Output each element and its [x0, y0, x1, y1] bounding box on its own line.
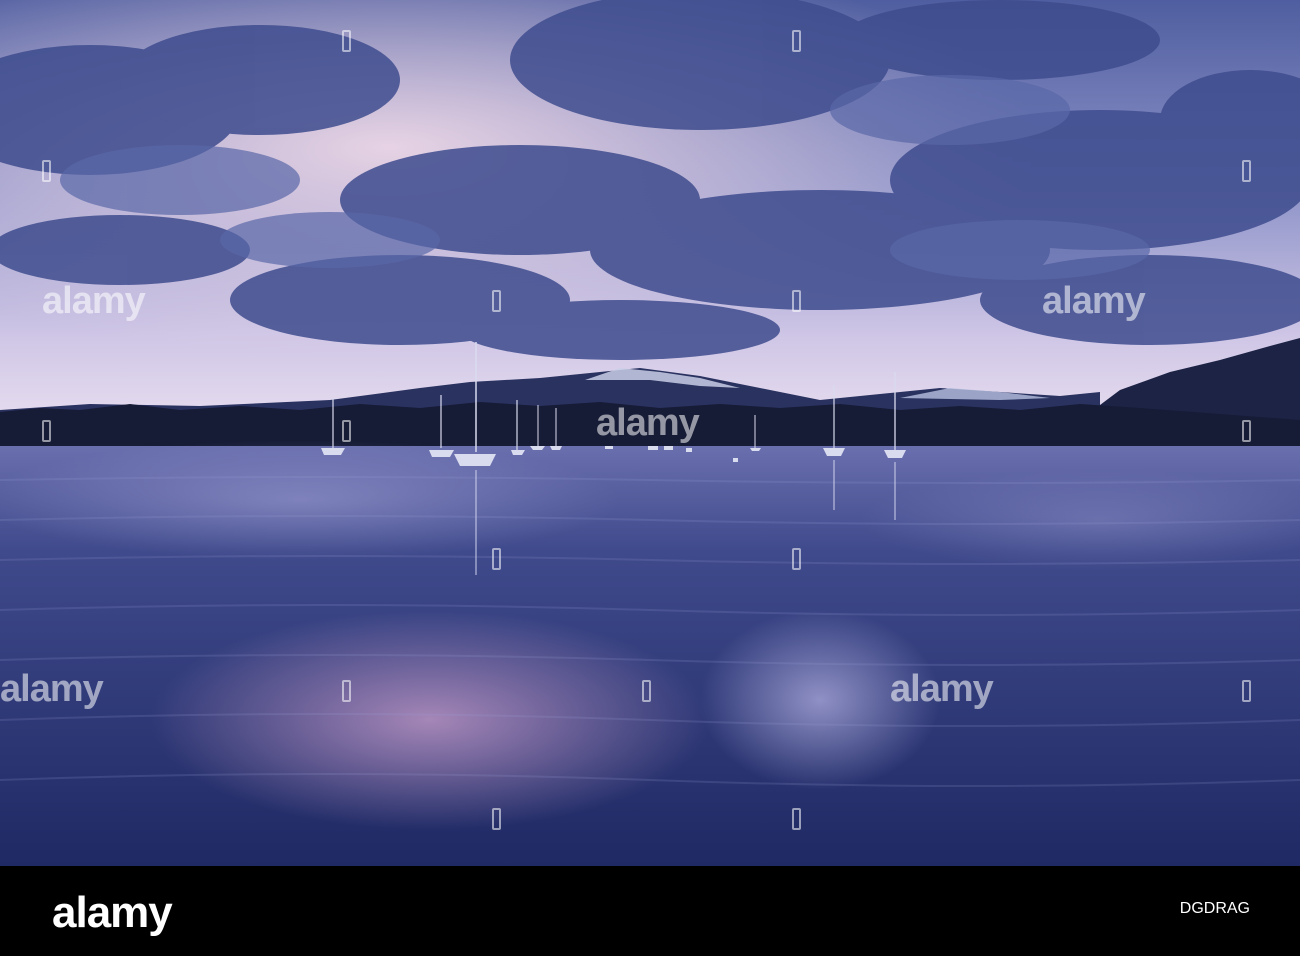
- watermark: alamy: [0, 668, 104, 710]
- watermark-mark: [492, 290, 501, 312]
- watermark-mark: [42, 160, 51, 182]
- alamy-logo: alamy: [52, 888, 173, 937]
- watermark-mark: [1242, 160, 1251, 182]
- watermark-mark: [792, 548, 801, 570]
- watermark-mark: [342, 680, 351, 702]
- watermark-mark: [42, 420, 51, 442]
- watermark: alamy: [1042, 280, 1146, 322]
- watermark-mark: [1242, 680, 1251, 702]
- lake-photo: alamy alamy alamy alamy alamy: [0, 0, 1300, 866]
- watermark-mark: [342, 30, 351, 52]
- watermark-mark: [492, 808, 501, 830]
- watermark-mark: [792, 808, 801, 830]
- watermark-mark: [1242, 420, 1251, 442]
- watermark: alamy: [42, 280, 146, 322]
- image-id: DGDRAG: [1179, 900, 1250, 917]
- watermark-mark: [492, 548, 501, 570]
- watermark-mark: [342, 420, 351, 442]
- watermark: alamy: [890, 668, 994, 710]
- watermark-mark: [792, 30, 801, 52]
- watermark-mark: [642, 680, 651, 702]
- footer-bar: alamy DGDRAG: [0, 866, 1300, 956]
- watermark-mark: [792, 290, 801, 312]
- watermark: alamy: [596, 402, 700, 444]
